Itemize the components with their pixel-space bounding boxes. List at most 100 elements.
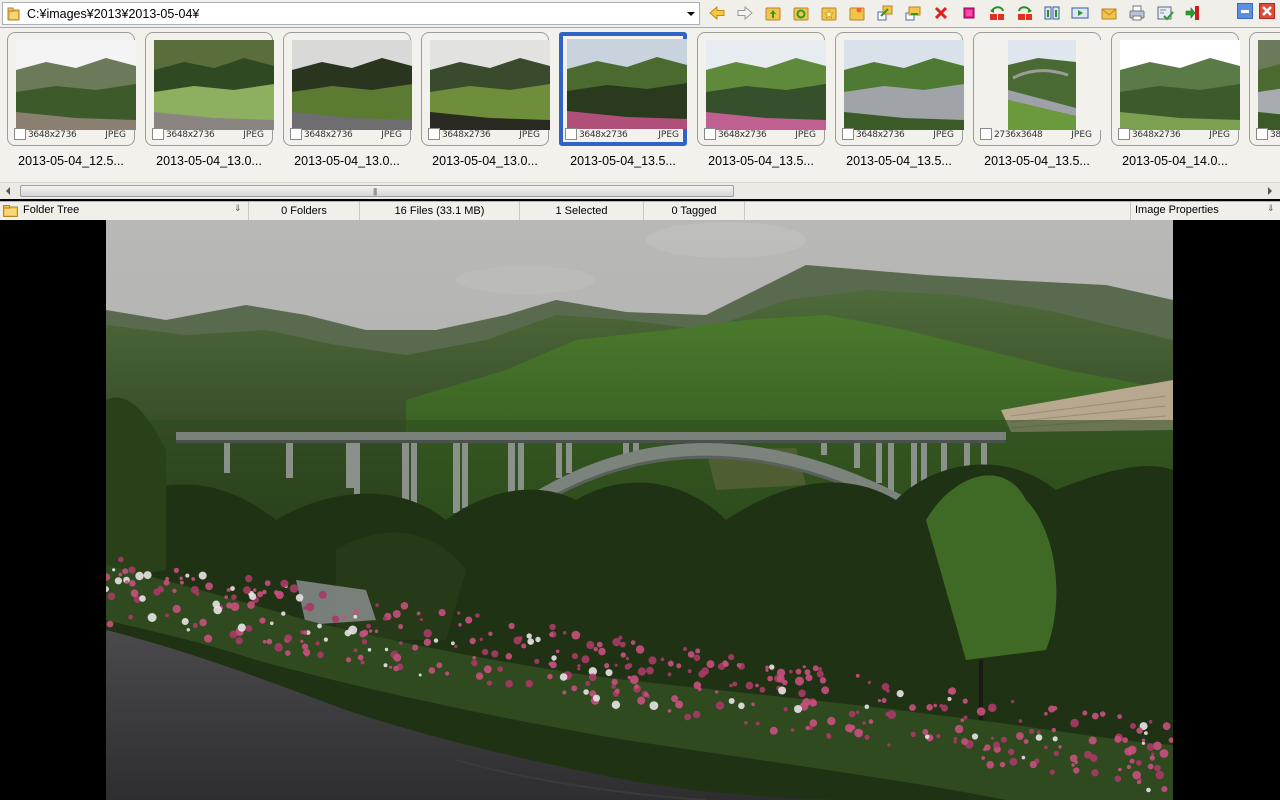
flower-dot bbox=[1021, 755, 1026, 760]
thumbnail-item[interactable]: 38 bbox=[1249, 32, 1280, 146]
email-button[interactable] bbox=[1099, 3, 1119, 23]
thumbnail-caption[interactable]: 2013-05-04_13.0... bbox=[145, 154, 273, 168]
thumbnail-image[interactable] bbox=[154, 40, 274, 130]
compare-button[interactable] bbox=[1042, 3, 1062, 23]
delete-button[interactable] bbox=[931, 3, 951, 23]
thumbnail-caption[interactable]: 2013-05-04_13.5... bbox=[835, 154, 963, 168]
folder-tree-toggle[interactable]: Folder Tree ⇓ bbox=[0, 202, 248, 220]
thumbnail-item[interactable]: 3648x2736 JPEG bbox=[697, 32, 826, 146]
minimize-button[interactable] bbox=[1237, 3, 1253, 19]
address-path: C:¥images¥2013¥2013-05-04¥ bbox=[27, 7, 200, 21]
rotate-right-button[interactable] bbox=[1015, 3, 1035, 23]
thumbnail-item[interactable]: 3648x2736 JPEG bbox=[1111, 32, 1240, 146]
thumbnail-caption[interactable]: 2013-05-04_13.5... bbox=[559, 154, 687, 168]
thumbnail-image[interactable] bbox=[706, 40, 826, 130]
flower-dot bbox=[143, 571, 152, 580]
flower-dot bbox=[497, 666, 504, 672]
thumbnail-checkbox[interactable] bbox=[980, 128, 992, 140]
thumbnail-caption[interactable]: 201 bbox=[1249, 154, 1280, 168]
new-folder-button[interactable] bbox=[847, 3, 867, 23]
flower-dot bbox=[993, 741, 1000, 749]
flower-dot bbox=[128, 614, 134, 620]
flower-dot bbox=[451, 641, 455, 646]
move-to-button[interactable] bbox=[903, 3, 923, 23]
thumbnail-image[interactable] bbox=[1258, 40, 1280, 130]
thumbnail-checkbox[interactable] bbox=[14, 128, 26, 140]
thumbnail-caption[interactable]: 2013-05-04_13.5... bbox=[973, 154, 1101, 168]
flower-dot bbox=[1049, 769, 1055, 775]
thumbnail-checkbox[interactable] bbox=[565, 128, 577, 140]
thumbnail-checkbox[interactable] bbox=[290, 128, 302, 140]
refresh-button[interactable] bbox=[791, 3, 811, 23]
flower-dot bbox=[205, 582, 213, 591]
flower-dot bbox=[1053, 750, 1059, 757]
thumbnail-checkbox[interactable] bbox=[1118, 128, 1130, 140]
flower-dot bbox=[802, 665, 806, 669]
thumbnail-image[interactable] bbox=[844, 40, 964, 130]
close-button[interactable] bbox=[1259, 3, 1275, 19]
thumbnail-image[interactable] bbox=[292, 40, 412, 130]
flower-dot bbox=[472, 656, 477, 660]
flower-dot bbox=[962, 698, 968, 704]
thumbnail-item[interactable]: 3648x2736 JPEG bbox=[559, 32, 687, 146]
copy-to-button[interactable] bbox=[875, 3, 895, 23]
thumbnail-image[interactable] bbox=[982, 40, 1102, 130]
thumbnail-image[interactable] bbox=[16, 40, 136, 130]
flower-dot bbox=[981, 756, 986, 760]
batch-button[interactable] bbox=[1155, 3, 1175, 23]
thumbnail-checkbox[interactable] bbox=[428, 128, 440, 140]
flower-dot bbox=[1114, 735, 1122, 743]
thumbnail-item[interactable]: 3648x2736 JPEG bbox=[283, 32, 412, 146]
thumbnail-checkbox[interactable] bbox=[152, 128, 164, 140]
address-dropdown-icon[interactable] bbox=[687, 12, 695, 16]
flower-dot bbox=[130, 589, 139, 598]
flower-dot bbox=[571, 685, 578, 692]
main-photo[interactable] bbox=[106, 220, 1173, 800]
thumbnail-item[interactable]: 3648x2736 JPEG bbox=[421, 32, 550, 146]
flower-dot bbox=[728, 654, 735, 661]
thumbnail-scrollbar[interactable]: ||| bbox=[0, 182, 1280, 199]
flower-dot bbox=[1052, 736, 1058, 742]
thumbnail-caption[interactable]: 2013-05-04_13.0... bbox=[283, 154, 411, 168]
exit-button[interactable] bbox=[1183, 3, 1203, 23]
forward-button[interactable] bbox=[735, 3, 755, 23]
thumbnail-item[interactable]: 2736x3648 JPEG bbox=[973, 32, 1102, 146]
flower-dot bbox=[1122, 737, 1128, 743]
thumbnail-caption[interactable]: 2013-05-04_13.5... bbox=[697, 154, 825, 168]
scroll-right-icon[interactable] bbox=[1268, 187, 1272, 195]
thumbnail-caption[interactable]: 2013-05-04_12.5... bbox=[7, 154, 135, 168]
chevron-double-down-icon[interactable]: ⇓ bbox=[234, 203, 242, 214]
thumbnail-item[interactable]: 3648x2736 JPEG bbox=[145, 32, 274, 146]
thumbnail-image[interactable] bbox=[567, 39, 687, 129]
thumbnail-checkbox[interactable] bbox=[704, 128, 716, 140]
back-button[interactable] bbox=[707, 3, 727, 23]
flower-dot bbox=[1052, 706, 1058, 711]
thumbnail-item[interactable]: 3648x2736 JPEG bbox=[7, 32, 136, 146]
print-button[interactable] bbox=[1127, 3, 1147, 23]
up-folder-button[interactable] bbox=[763, 3, 783, 23]
scroll-left-icon[interactable] bbox=[6, 187, 10, 195]
thumbnail-checkbox[interactable] bbox=[842, 128, 854, 140]
thumbnail-image[interactable] bbox=[1120, 40, 1240, 130]
slideshow-button[interactable] bbox=[1070, 3, 1090, 23]
flower-dot bbox=[1146, 787, 1151, 793]
thumbnail-image[interactable] bbox=[430, 40, 550, 130]
flower-dot bbox=[1136, 759, 1142, 766]
chevron-double-down-icon[interactable]: ⇓ bbox=[1267, 203, 1275, 214]
thumbnail-checkbox[interactable] bbox=[1256, 128, 1268, 140]
image-properties-toggle[interactable]: Image Properties ⇓ bbox=[1130, 202, 1280, 220]
thumbnail-caption[interactable]: 2013-05-04_14.0... bbox=[1111, 154, 1239, 168]
rotate-left-button[interactable] bbox=[987, 3, 1007, 23]
folder-new-icon bbox=[849, 7, 865, 21]
image-viewer[interactable] bbox=[0, 220, 1280, 800]
select-button[interactable] bbox=[959, 3, 979, 23]
scrollbar-thumb[interactable]: ||| bbox=[20, 185, 734, 197]
favorites-button[interactable] bbox=[819, 3, 839, 23]
address-bar[interactable]: C:¥images¥2013¥2013-05-04¥ bbox=[2, 2, 700, 25]
flower-dot bbox=[864, 734, 870, 740]
thumbnail-caption[interactable]: 2013-05-04_13.0... bbox=[421, 154, 549, 168]
flower-dot bbox=[303, 648, 311, 656]
flower-dot bbox=[1091, 769, 1099, 777]
thumbnail-item[interactable]: 3648x2736 JPEG bbox=[835, 32, 964, 146]
flower-dot bbox=[107, 592, 116, 601]
